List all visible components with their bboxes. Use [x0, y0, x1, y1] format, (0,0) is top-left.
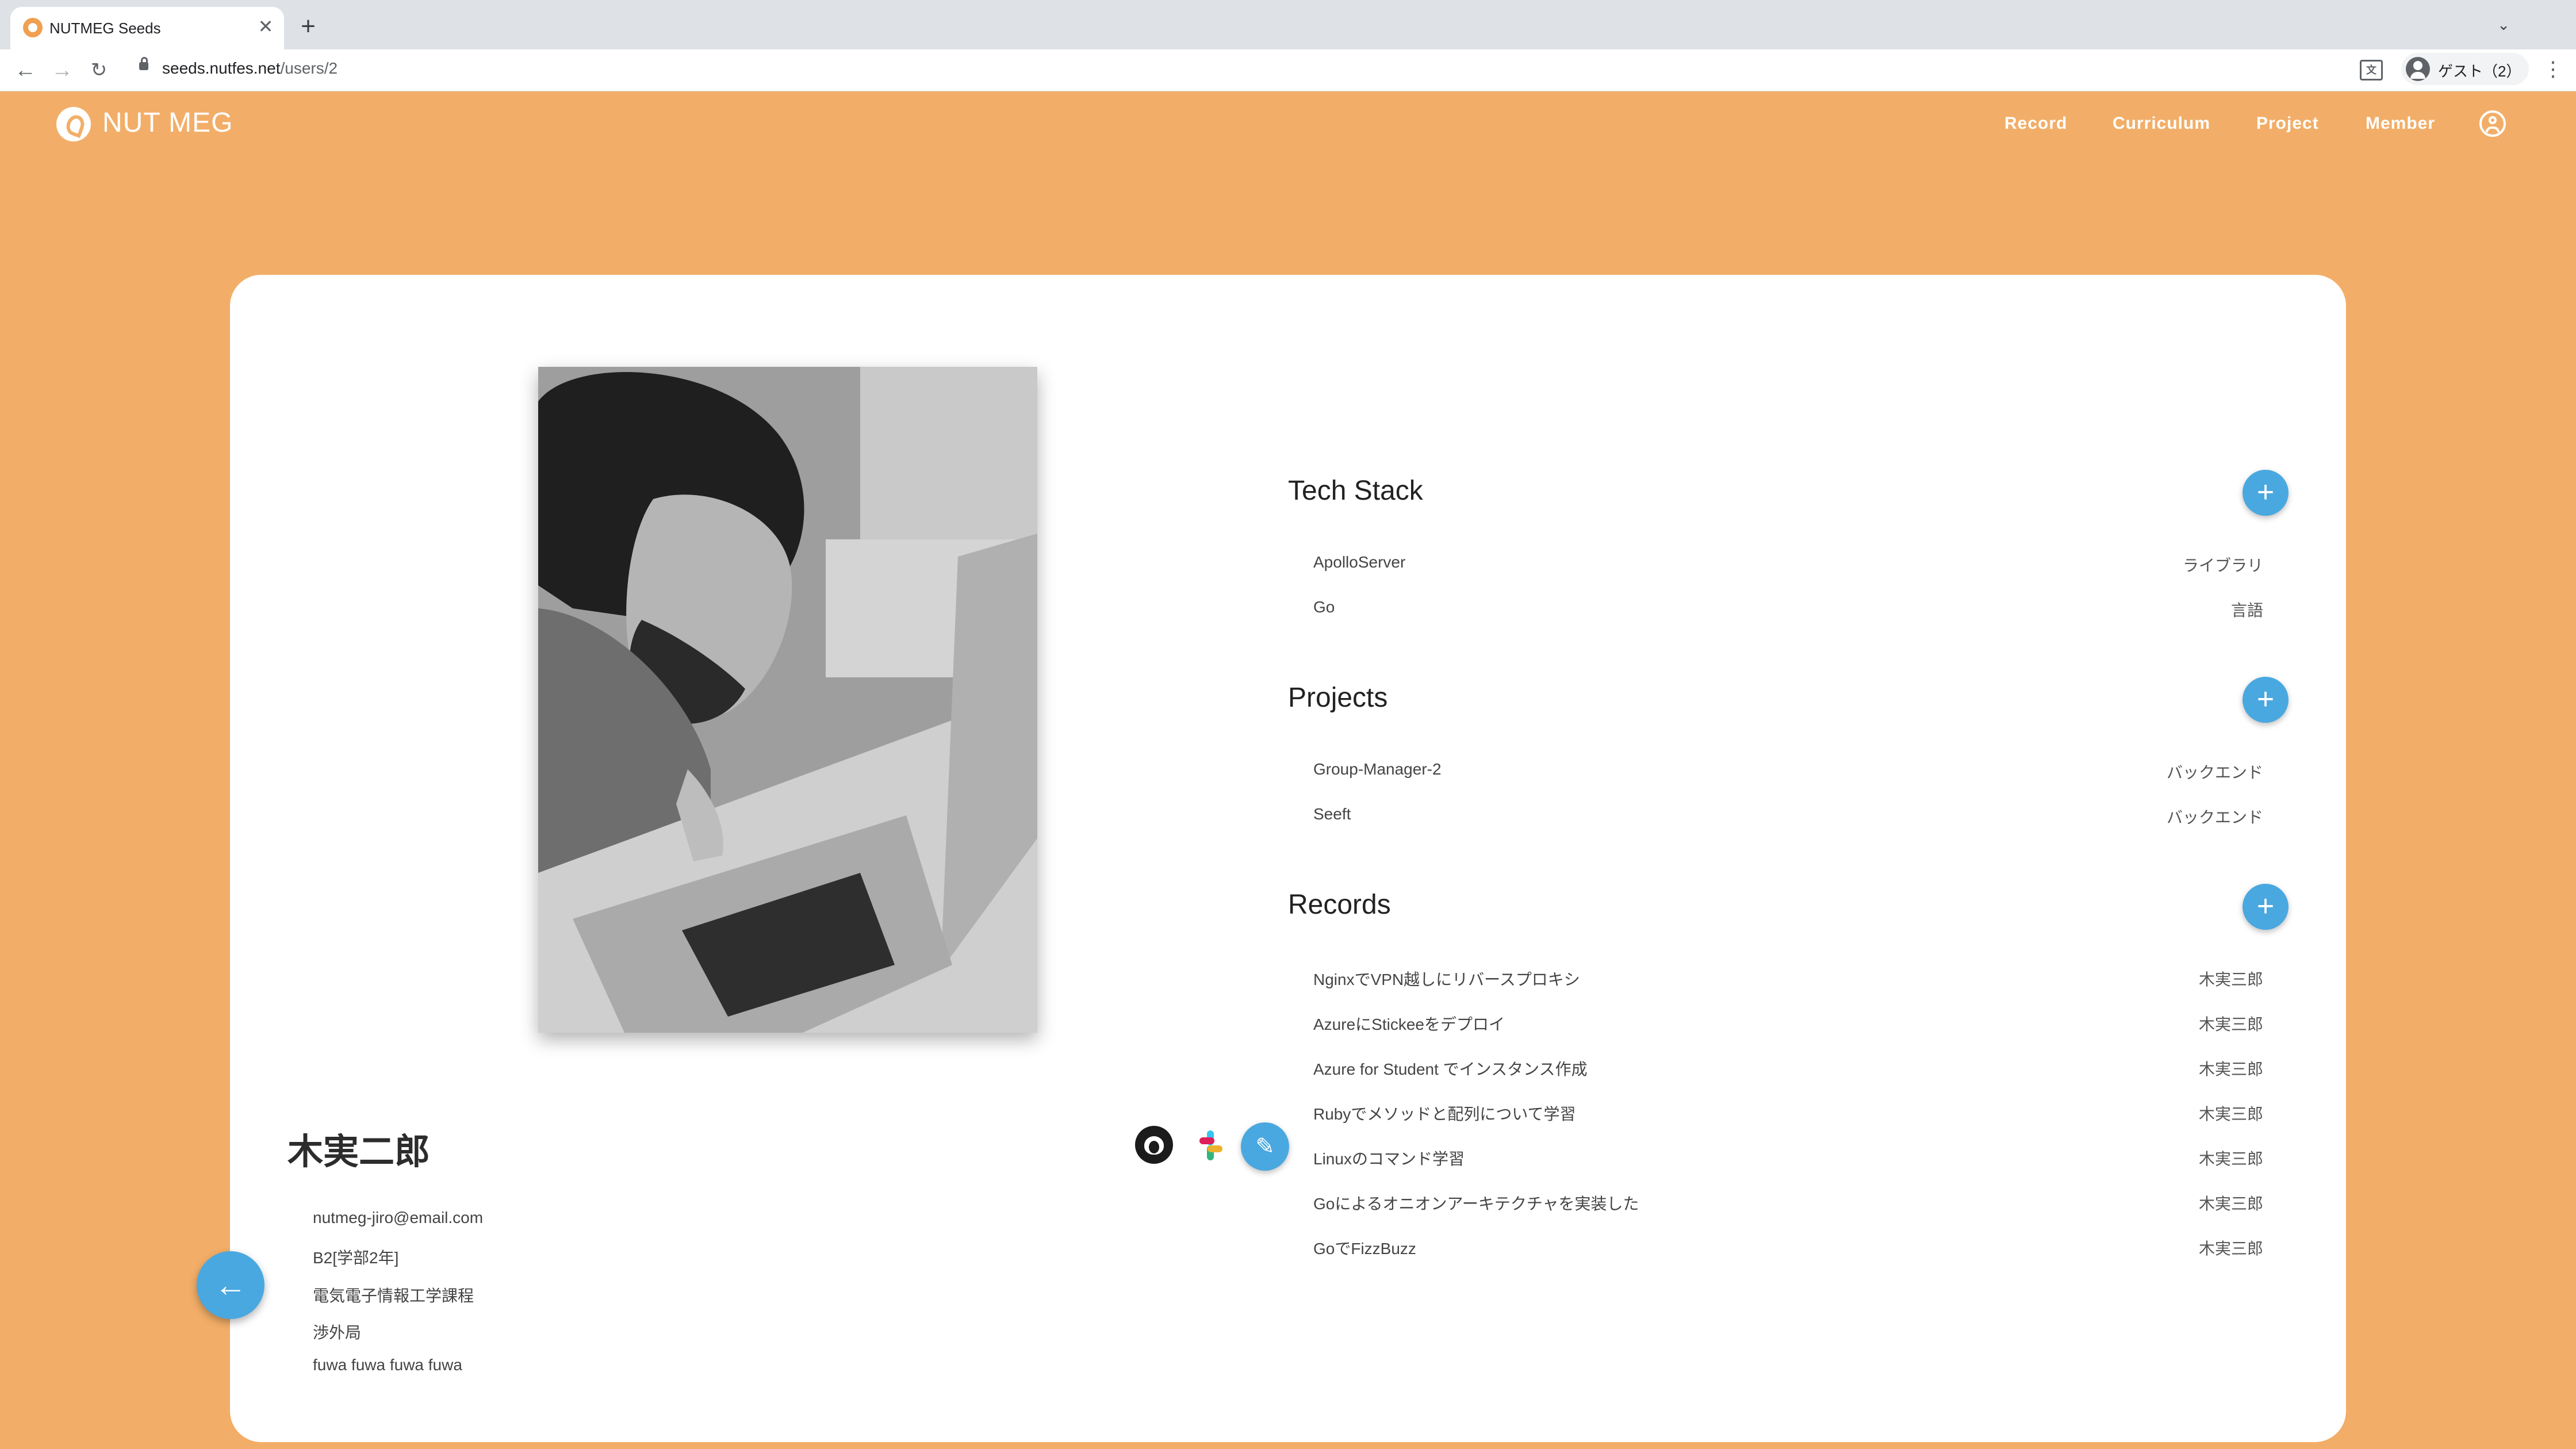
record-item-title[interactable]: AzureにStickeeをデプロイ: [1313, 1012, 1505, 1035]
user-course: 電気電子情報工学課程: [313, 1287, 474, 1305]
browser-tab[interactable]: NUTMEG Seeds ✕: [10, 7, 284, 49]
add-project-button[interactable]: +: [2242, 677, 2288, 723]
tech-stack-title: Tech Stack: [1288, 476, 1423, 506]
new-tab-button[interactable]: +: [297, 14, 320, 39]
project-item-role: バックエンド: [2166, 808, 2263, 826]
edit-profile-button[interactable]: ✎: [1241, 1122, 1289, 1171]
record-item-author: 木実三郎: [2198, 1150, 2263, 1168]
logo-text[interactable]: NUT MEG: [102, 107, 233, 139]
tech-stack-item-name[interactable]: ApolloServer: [1313, 553, 1405, 572]
tech-stack-item-name[interactable]: Go: [1313, 598, 1335, 616]
close-tab-icon[interactable]: ✕: [255, 16, 276, 37]
url-host: seeds.nutfes.net: [162, 59, 281, 77]
project-item-name[interactable]: Group-Manager-2: [1313, 760, 1442, 779]
record-item-title[interactable]: Linuxのコマンド学習: [1313, 1147, 1465, 1170]
nav-project[interactable]: Project: [2256, 114, 2319, 133]
tab-title: NUTMEG Seeds: [49, 20, 161, 37]
user-photo-illustration: [538, 367, 1037, 1033]
record-item-author: 木実三郎: [2198, 1105, 2263, 1123]
url-path: /users/2: [280, 59, 338, 77]
nav-record[interactable]: Record: [2004, 114, 2067, 133]
user-photo: [538, 367, 1037, 1033]
user-name: 木実二郎: [288, 1132, 431, 1172]
record-item-title[interactable]: Rubyでメソッドと配列について学習: [1313, 1102, 1576, 1125]
browser-tabstrip: [0, 0, 2576, 49]
record-item-author: 木実三郎: [2198, 1240, 2263, 1258]
record-item-author: 木実三郎: [2198, 971, 2263, 988]
record-item-author: 木実三郎: [2198, 1195, 2263, 1213]
project-item-name[interactable]: Seeft: [1313, 805, 1351, 823]
projects-title: Projects: [1288, 683, 1388, 713]
add-record-button[interactable]: +: [2242, 884, 2288, 930]
reload-icon[interactable]: ↻: [86, 57, 112, 83]
tech-stack-item-category: 言語: [2230, 601, 2263, 619]
translate-icon[interactable]: 文: [2360, 60, 2383, 80]
address-bar[interactable]: seeds.nutfes.net/users/2: [162, 59, 338, 78]
record-item-title[interactable]: NginxでVPN越しにリバースプロキシ: [1313, 967, 1580, 990]
add-tech-stack-button[interactable]: +: [2242, 470, 2288, 516]
user-grade: B2[学部2年]: [313, 1249, 399, 1267]
back-button[interactable]: ←: [197, 1251, 264, 1319]
chevron-down-icon[interactable]: ⌄: [2492, 16, 2515, 39]
nav-member[interactable]: Member: [2366, 114, 2435, 133]
record-item-title[interactable]: GoでFizzBuzz: [1313, 1236, 1416, 1259]
profile-label: ゲスト（2）: [2438, 63, 2521, 80]
user-bureau: 渉外局: [313, 1324, 362, 1341]
record-item-author: 木実三郎: [2198, 1060, 2263, 1078]
browser-toolbar: [0, 49, 2576, 91]
github-icon[interactable]: [1135, 1126, 1173, 1164]
account-icon[interactable]: [2479, 110, 2506, 137]
tech-stack-item-category: ライブラリ: [2182, 557, 2263, 574]
nav-curriculum[interactable]: Curriculum: [2113, 114, 2210, 133]
record-item-title[interactable]: Goによるオニオンアーキテクチャを実装した: [1313, 1191, 1639, 1214]
user-email: nutmeg-jiro@email.com: [313, 1209, 484, 1226]
profile-avatar-icon: [2406, 57, 2430, 81]
record-item-title[interactable]: Azure for Student でインスタンス作成: [1313, 1057, 1588, 1080]
favicon-icon: [23, 18, 43, 37]
project-item-role: バックエンド: [2166, 764, 2263, 781]
records-title: Records: [1288, 890, 1391, 920]
record-item-author: 木実三郎: [2198, 1015, 2263, 1033]
more-menu-icon[interactable]: ⋮: [2542, 55, 2564, 83]
back-arrow-icon[interactable]: ←: [13, 57, 38, 83]
forward-arrow-icon[interactable]: →: [49, 57, 75, 83]
user-bio: fuwa fuwa fuwa fuwa: [313, 1356, 462, 1374]
slack-icon[interactable]: [1191, 1126, 1229, 1164]
lock-icon[interactable]: [139, 57, 148, 70]
nutmeg-logo-icon[interactable]: [56, 107, 91, 141]
